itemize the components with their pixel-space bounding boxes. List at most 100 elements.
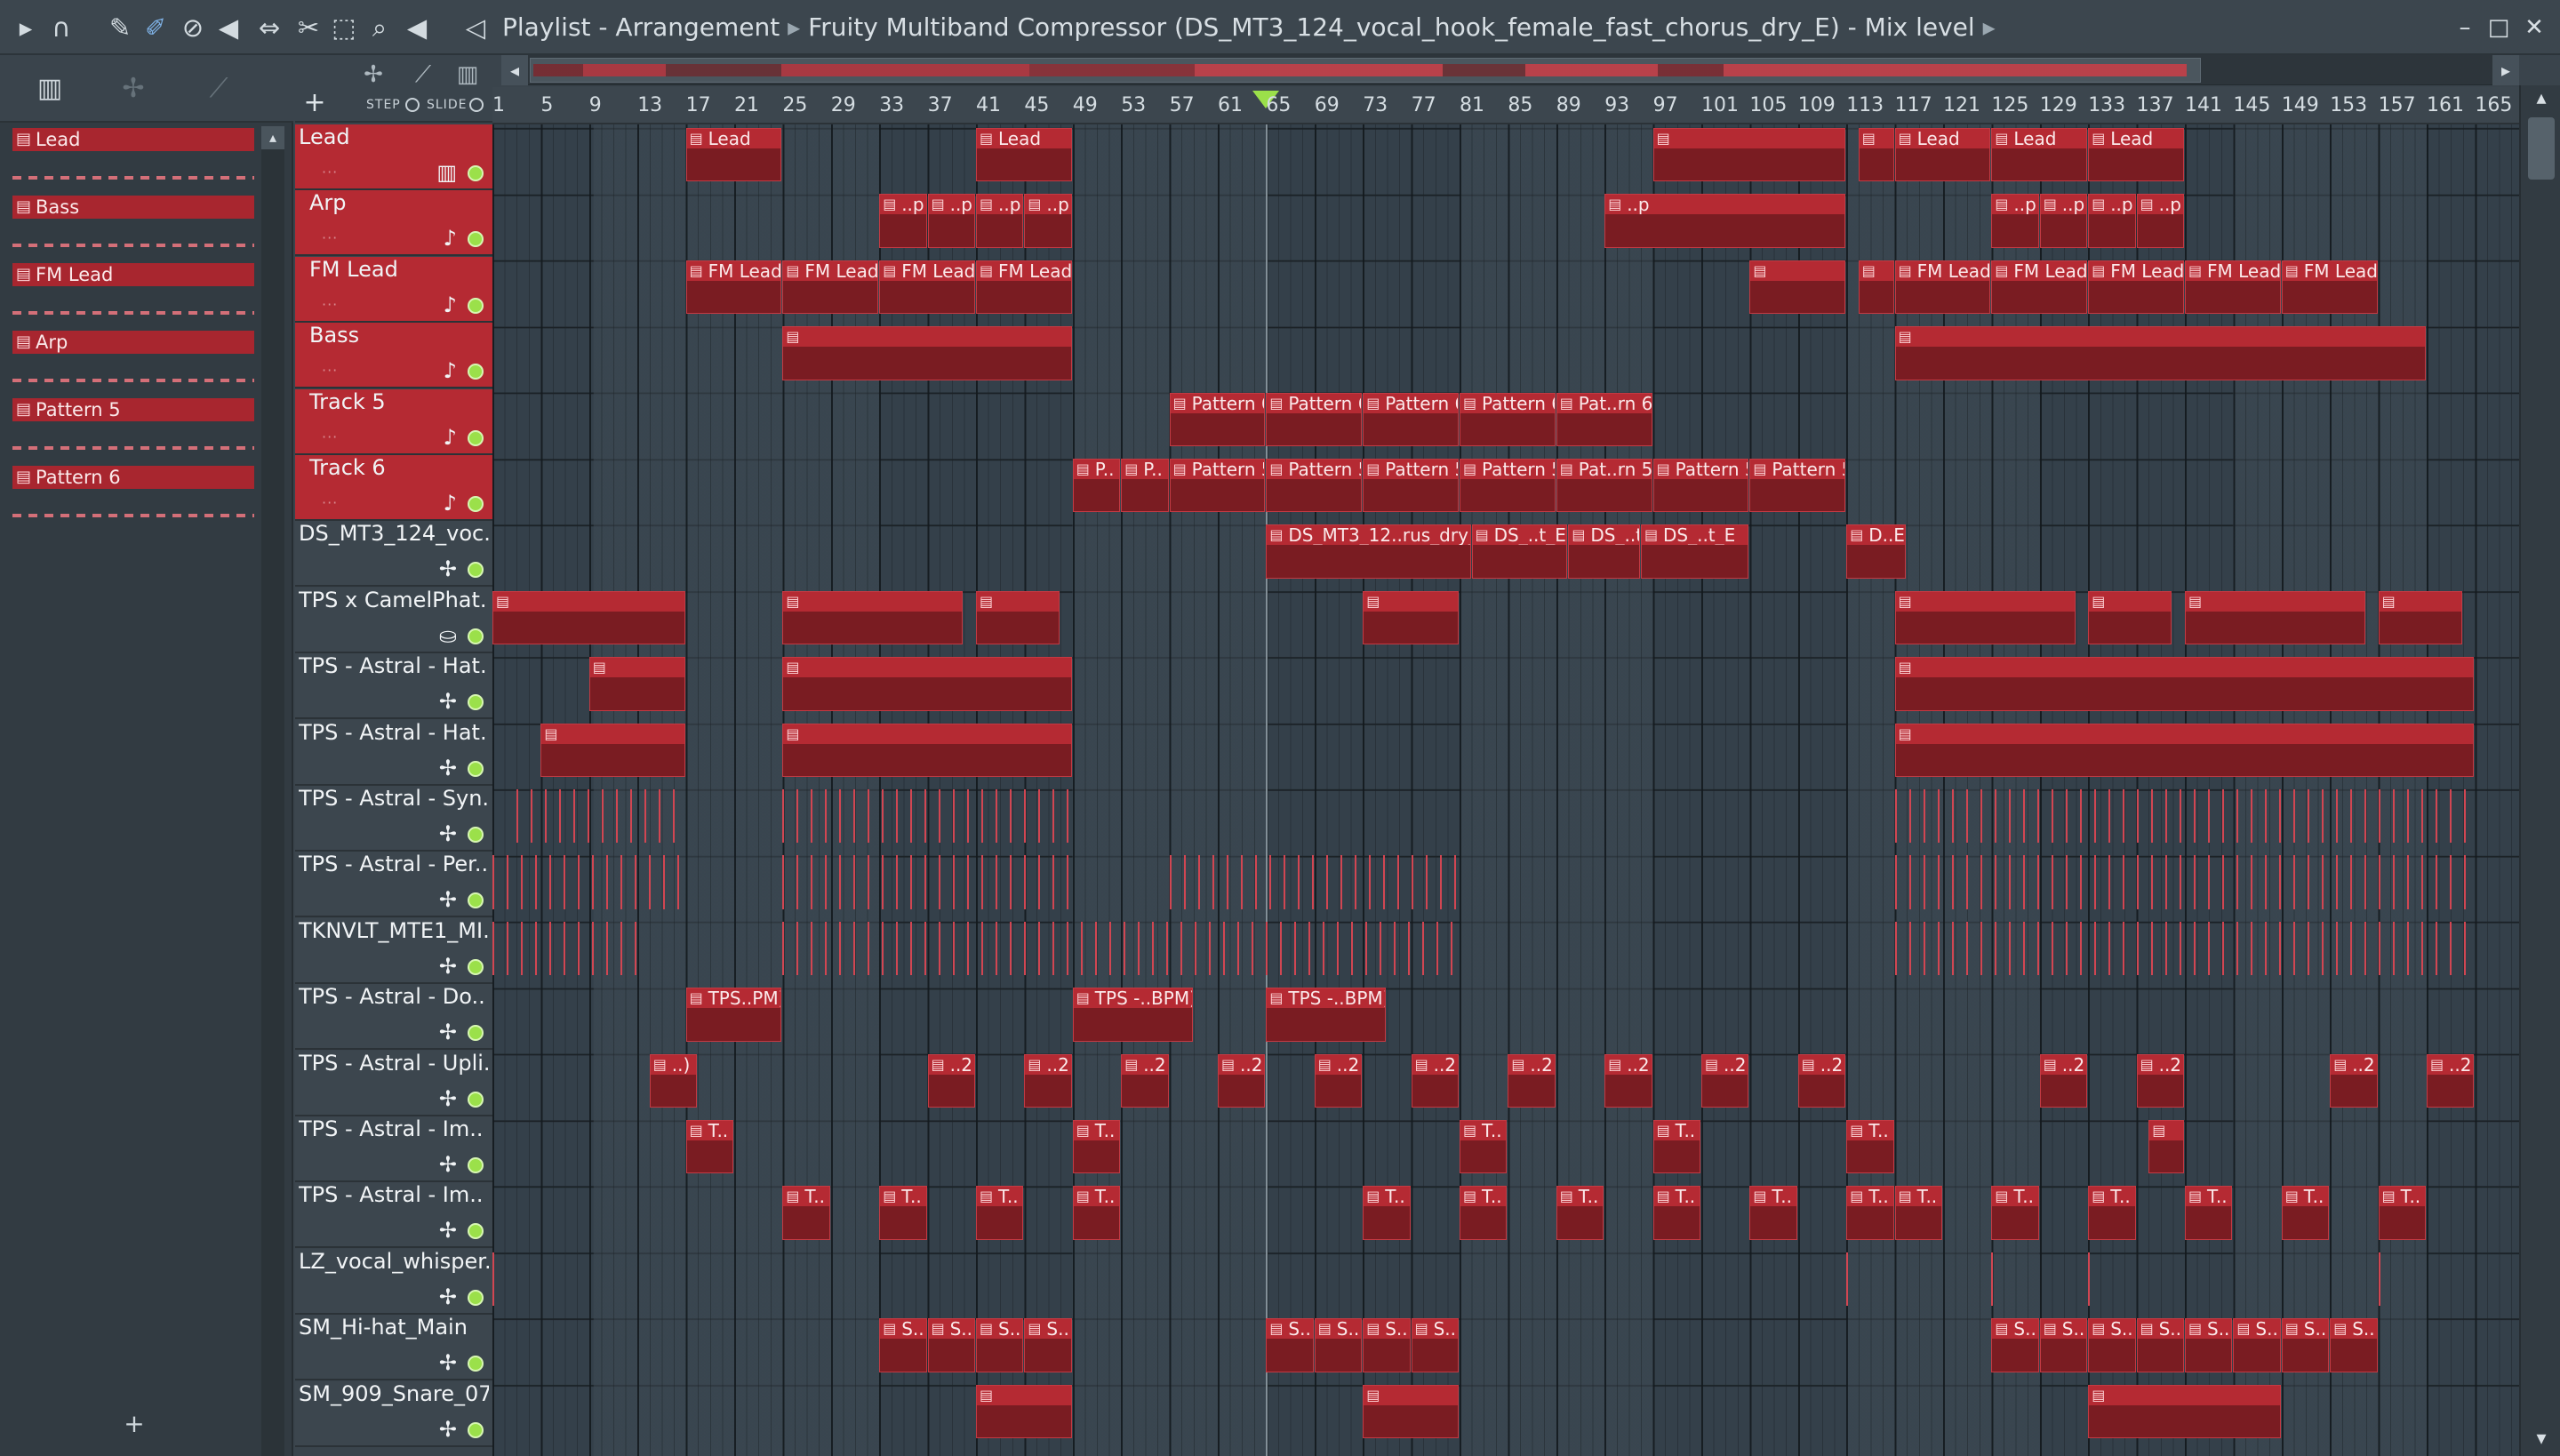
pattern-clip[interactable]: ..p xyxy=(2136,194,2184,248)
audio-clip[interactable]: S.. xyxy=(1024,1318,1072,1372)
audio-clip[interactable]: T.. xyxy=(1072,1120,1121,1174)
picker-item[interactable]: Bass xyxy=(12,194,258,261)
audio-clip[interactable] xyxy=(782,723,1072,777)
track-header[interactable]: TPS - Astral - Im.. ✢ xyxy=(295,1116,492,1182)
audio-clip-hits[interactable] xyxy=(782,789,1072,844)
audio-clip-hits[interactable] xyxy=(1894,789,2475,844)
pattern-clip[interactable]: Pattern 5 xyxy=(1749,459,1846,513)
audio-clip[interactable]: DS_..t_E xyxy=(1641,524,1749,579)
audio-clip[interactable]: T.. xyxy=(2185,1186,2233,1240)
audio-clip[interactable] xyxy=(492,590,685,645)
audio-clip[interactable]: ..2 xyxy=(2039,1053,2088,1108)
pattern-clip[interactable]: Pattern 5 xyxy=(1460,459,1556,513)
audio-clip-hits[interactable] xyxy=(2088,1252,2100,1307)
audio-clip-hits[interactable] xyxy=(1894,855,2475,909)
step-toggle[interactable] xyxy=(405,98,420,112)
audio-clip[interactable]: T.. xyxy=(1072,1186,1121,1240)
track-header[interactable]: Arp ♪ ··· xyxy=(295,190,492,257)
audio-clip[interactable]: ..2 xyxy=(1218,1053,1266,1108)
track-mute-led[interactable] xyxy=(468,429,484,446)
audio-clip[interactable] xyxy=(540,723,685,777)
add-track-button[interactable]: + xyxy=(299,87,331,119)
audio-clip[interactable]: ..2 xyxy=(2136,1053,2184,1108)
pattern-clip[interactable] xyxy=(1858,128,1894,182)
audio-clip[interactable]: T.. xyxy=(1460,1120,1508,1174)
vertical-scroll-thumb[interactable] xyxy=(2528,117,2555,180)
track-header[interactable]: TPS - Astral - Hat.. ✢ xyxy=(295,653,492,720)
track-header[interactable]: LZ_vocal_whisper.. ✢ xyxy=(295,1248,492,1315)
audio-clip[interactable]: ..2 xyxy=(1604,1053,1652,1108)
track-mute-led[interactable] xyxy=(468,297,484,314)
pattern-clip[interactable]: FM Lead xyxy=(976,260,1072,315)
track-mute-led[interactable] xyxy=(468,760,484,777)
arrow-cross-icon[interactable]: ✢ xyxy=(357,59,389,91)
pattern-clip[interactable]: ..p xyxy=(976,194,1024,248)
pattern-clip[interactable]: ..p xyxy=(2039,194,2088,248)
pattern-clip[interactable]: FM Lead xyxy=(1894,260,1991,315)
audio-clip[interactable]: ..) xyxy=(649,1053,698,1108)
track-header[interactable]: TPS - Astral - Hat.. ✢ xyxy=(295,719,492,786)
piano-roll-icon[interactable]: ▥ xyxy=(32,71,68,107)
track-header[interactable]: TPS - Astral - Do.. ✢ xyxy=(295,984,492,1051)
scroll-right-button[interactable]: ▸ xyxy=(2492,55,2519,85)
track-mute-led[interactable] xyxy=(468,1223,484,1240)
track-header[interactable]: TKNVLT_MTE1_MI.. ✢ xyxy=(295,917,492,984)
audio-clip[interactable] xyxy=(2088,1384,2281,1438)
audio-clip-hits[interactable] xyxy=(2378,1252,2390,1307)
slip-icon[interactable]: ⇔ xyxy=(254,12,284,44)
picker-item[interactable]: Pattern 6 xyxy=(12,464,258,532)
track-header[interactable]: FM Lead ♪ ··· xyxy=(295,256,492,323)
audio-clip[interactable] xyxy=(976,1384,1072,1438)
maximize-button[interactable]: □ xyxy=(2484,12,2514,43)
audio-clip[interactable] xyxy=(782,657,1072,711)
playback-icon[interactable]: ◀ xyxy=(402,12,432,44)
audio-clip[interactable] xyxy=(588,657,685,711)
audio-clip[interactable]: ..2 xyxy=(1797,1053,1846,1108)
audio-clip[interactable]: T.. xyxy=(685,1120,733,1174)
vertical-scrollbar[interactable]: ▴ ▾ xyxy=(2519,85,2560,1456)
audio-clip[interactable]: T.. xyxy=(1749,1186,1797,1240)
track-mute-led[interactable] xyxy=(468,892,484,909)
pattern-clip[interactable]: FM Lead xyxy=(782,260,879,315)
audio-clip[interactable] xyxy=(1363,590,1459,645)
picker-scrollbar[interactable]: ▴ xyxy=(261,126,284,1456)
zoom-icon[interactable]: ⌕ xyxy=(364,12,395,44)
audio-clip[interactable] xyxy=(1894,590,2076,645)
menu-arrow-icon[interactable]: ▸ xyxy=(11,12,41,44)
piano-roll-icon[interactable]: ▥ xyxy=(452,59,484,91)
pattern-clip[interactable]: Pat..rn 5 xyxy=(1556,459,1652,513)
track-mute-led[interactable] xyxy=(468,1421,484,1438)
pattern-clip[interactable]: FM Lead xyxy=(2088,260,2184,315)
picker-scroll-up-button[interactable]: ▴ xyxy=(261,126,284,149)
audio-clip[interactable] xyxy=(782,590,964,645)
audio-clip[interactable]: S.. xyxy=(2330,1318,2378,1372)
scroll-left-button[interactable]: ◂ xyxy=(501,55,528,85)
audio-clip[interactable]: ..2 xyxy=(1121,1053,1169,1108)
audio-clip[interactable] xyxy=(2088,590,2172,645)
pattern-clip[interactable]: FM Lead xyxy=(685,260,782,315)
audio-clip[interactable]: ..2 xyxy=(1701,1053,1749,1108)
audio-clip[interactable]: T.. xyxy=(1894,1186,1942,1240)
track-mute-led[interactable] xyxy=(468,1025,484,1042)
slide-toggle[interactable] xyxy=(469,98,484,112)
picker-item[interactable]: FM Lead xyxy=(12,261,258,329)
audio-clip[interactable]: T.. xyxy=(1652,1120,1700,1174)
audio-clip-hits[interactable] xyxy=(1991,1252,2003,1307)
audio-clip-hits[interactable] xyxy=(1169,855,1459,909)
pattern-clip[interactable]: ..p xyxy=(1991,194,2039,248)
audio-clip-hits[interactable] xyxy=(492,1252,504,1307)
audio-clip[interactable]: ..2 xyxy=(927,1053,975,1108)
audio-clip-hits[interactable] xyxy=(1846,1252,1858,1307)
pattern-clip[interactable] xyxy=(1652,128,1846,182)
track-header[interactable]: DS_MT3_124_voc.. ✢ xyxy=(295,521,492,588)
audio-clip[interactable]: S.. xyxy=(2233,1318,2281,1372)
track-header[interactable]: Lead ▥ ··· xyxy=(295,124,492,190)
pattern-clip[interactable] xyxy=(1858,260,1894,315)
audio-clip-hits[interactable] xyxy=(492,921,637,976)
audio-clip[interactable]: S.. xyxy=(2088,1318,2136,1372)
pattern-clip[interactable]: Lead xyxy=(685,128,782,182)
track-header[interactable]: TPS - Astral - Im.. ✢ xyxy=(295,1182,492,1249)
audio-clip[interactable] xyxy=(976,590,1060,645)
audio-clip[interactable]: T.. xyxy=(782,1186,830,1240)
pattern-clip[interactable]: Pattern 6 xyxy=(1266,392,1363,446)
